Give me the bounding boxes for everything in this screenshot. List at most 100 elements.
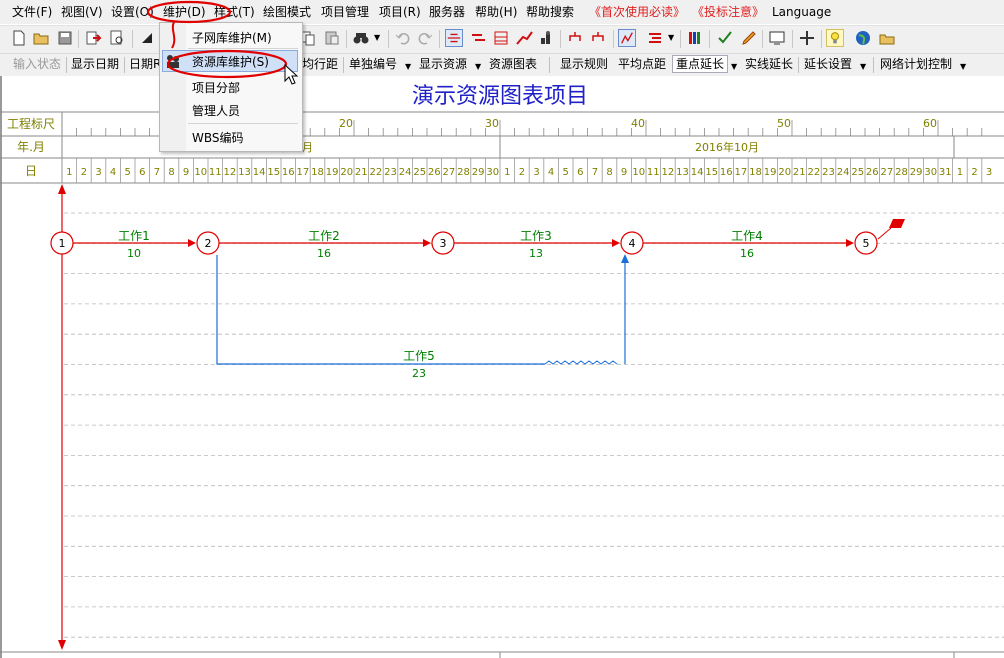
- separate-numbering-dropdown-icon[interactable]: ▼: [405, 60, 411, 74]
- extend-settings-dropdown-icon[interactable]: ▼: [860, 60, 866, 74]
- day-cell-label: 10: [194, 167, 207, 178]
- align-icon[interactable]: [646, 29, 664, 47]
- triangle-icon[interactable]: [138, 29, 156, 47]
- network-plan-control-button[interactable]: 网络计划控制: [880, 57, 952, 71]
- ruler-tick-label: 20: [339, 117, 353, 130]
- ruler-tick-label: 50: [777, 117, 791, 130]
- lightbulb-icon[interactable]: [826, 29, 844, 47]
- node-3-label: 3: [440, 237, 447, 250]
- books-icon[interactable]: [686, 29, 704, 47]
- key-extend-dropdown-icon[interactable]: ▼: [731, 60, 737, 74]
- task-2-name: 工作2: [308, 229, 340, 243]
- task-4-duration: 16: [740, 247, 754, 260]
- day-cell-label: 8: [168, 167, 174, 178]
- find-binoculars-icon[interactable]: [352, 29, 370, 47]
- menu-view[interactable]: 视图(V): [61, 5, 103, 19]
- node-1[interactable]: 1: [50, 231, 74, 255]
- node-5[interactable]: 5: [854, 231, 878, 255]
- node-5-label: 5: [863, 237, 870, 250]
- show-date-button[interactable]: 显示日期: [71, 57, 119, 71]
- tree-structure-icon[interactable]: [566, 29, 584, 47]
- menu-first-use[interactable]: 《首次使用必读》: [589, 5, 685, 19]
- ruler-tick-label: 30: [485, 117, 499, 130]
- date-r-button[interactable]: 日期R: [129, 57, 161, 71]
- menu-item-wbs-coding[interactable]: WBS编码: [192, 129, 244, 146]
- save-icon[interactable]: [56, 29, 74, 47]
- day-cell-label: 31: [939, 167, 952, 178]
- resource-view-icon[interactable]: [537, 29, 555, 47]
- paste-icon[interactable]: [323, 29, 341, 47]
- tree-structure-2-icon[interactable]: [589, 29, 607, 47]
- print-preview-icon[interactable]: [108, 29, 126, 47]
- day-cell-label: 10: [632, 167, 645, 178]
- extend-settings-button[interactable]: 延长设置: [804, 57, 852, 71]
- menu-project[interactable]: 项目(R): [379, 5, 421, 19]
- menu-style[interactable]: 样式(T): [214, 5, 255, 19]
- key-extend-button[interactable]: 重点延长: [672, 55, 729, 73]
- ruler-tick-label: 40: [631, 117, 645, 130]
- globe-icon[interactable]: [854, 29, 872, 47]
- menu-help[interactable]: 帮助(H): [475, 5, 517, 19]
- bar-view-icon[interactable]: [469, 29, 487, 47]
- undo-icon[interactable]: [394, 29, 412, 47]
- menu-server[interactable]: 服务器: [429, 5, 465, 19]
- edit-pen-icon[interactable]: [740, 29, 758, 47]
- menu-settings[interactable]: 设置(O): [111, 5, 154, 19]
- check-tool-icon[interactable]: [716, 29, 734, 47]
- day-cell-label: 6: [577, 167, 583, 178]
- day-cell-label: 11: [209, 167, 222, 178]
- menu-item-project-division[interactable]: 项目分部: [192, 79, 240, 96]
- table-view-icon[interactable]: [492, 29, 510, 47]
- align-dropdown-icon[interactable]: ▼: [668, 33, 674, 42]
- day-cell-label: 24: [399, 167, 412, 178]
- solid-extend-button[interactable]: 实线延长: [745, 57, 793, 71]
- day-cell-label: 17: [297, 167, 310, 178]
- redo-icon[interactable]: [416, 29, 434, 47]
- network-plan-control-dropdown-icon[interactable]: ▼: [960, 60, 966, 74]
- menu-help-search[interactable]: 帮助搜索: [526, 5, 574, 19]
- curve-view-icon[interactable]: [515, 29, 533, 47]
- task-1-duration: 10: [127, 247, 141, 260]
- even-row-spacing-button[interactable]: 均行距: [302, 57, 338, 71]
- day-cell-label: 2: [81, 167, 87, 178]
- menu-drawing-mode[interactable]: 绘图模式: [263, 5, 311, 19]
- resource-chart-button[interactable]: 资源图表: [489, 57, 537, 71]
- day-cell-label: 21: [355, 167, 368, 178]
- node-3[interactable]: 3: [431, 231, 455, 255]
- resource-library-icon: [167, 55, 179, 68]
- menu-item-subnet-library[interactable]: 子网库维护(M): [192, 29, 272, 46]
- menu-language[interactable]: Language: [772, 5, 831, 19]
- new-file-icon[interactable]: [10, 29, 28, 47]
- show-rules-button[interactable]: 显示规则: [560, 57, 608, 71]
- day-cell-label: 19: [764, 167, 777, 178]
- menu-item-resource-library[interactable]: 资源库维护(S): [192, 53, 269, 70]
- maintain-dropdown-menu: 子网库维护(M) 资源库维护(S) 项目分部 管理人员 WBS编码: [159, 22, 303, 152]
- day-cell-label: 2: [971, 167, 977, 178]
- network-view-icon[interactable]: [445, 29, 463, 47]
- find-dropdown-icon[interactable]: ▼: [374, 33, 380, 42]
- menu-file[interactable]: 文件(F): [12, 5, 52, 19]
- day-cell-label: 17: [735, 167, 748, 178]
- day-cell-label: 7: [592, 167, 598, 178]
- open-folder-icon[interactable]: [32, 29, 50, 47]
- day-cell-label: 2: [519, 167, 525, 178]
- menu-item-management-staff[interactable]: 管理人员: [192, 102, 240, 119]
- export-icon[interactable]: [84, 29, 102, 47]
- average-spacing-button[interactable]: 平均点距: [618, 57, 666, 71]
- day-cell-label: 16: [282, 167, 295, 178]
- network-diagram-canvas[interactable]: 演示资源图表项目 工程标尺 年.月 日 2030405060 2016年09月 …: [0, 76, 1004, 658]
- show-resource-dropdown-icon[interactable]: ▼: [475, 60, 481, 74]
- folder-open-icon[interactable]: [878, 29, 896, 47]
- menu-bid-notice[interactable]: 《投标注意》: [692, 5, 764, 19]
- node-2[interactable]: 2: [196, 231, 220, 255]
- input-state-button[interactable]: 输入状态: [13, 57, 61, 71]
- move-cross-icon[interactable]: [798, 29, 816, 47]
- monitor-icon[interactable]: [768, 29, 786, 47]
- show-resource-button[interactable]: 显示资源: [419, 57, 467, 71]
- node-4[interactable]: 4: [620, 231, 644, 255]
- chart-mode-icon[interactable]: [618, 29, 636, 47]
- menu-project-management[interactable]: 项目管理: [321, 5, 369, 19]
- separate-numbering-button[interactable]: 单独编号: [349, 57, 397, 71]
- menu-maintain[interactable]: 维护(D): [163, 5, 206, 19]
- day-cell-label: 15: [267, 167, 280, 178]
